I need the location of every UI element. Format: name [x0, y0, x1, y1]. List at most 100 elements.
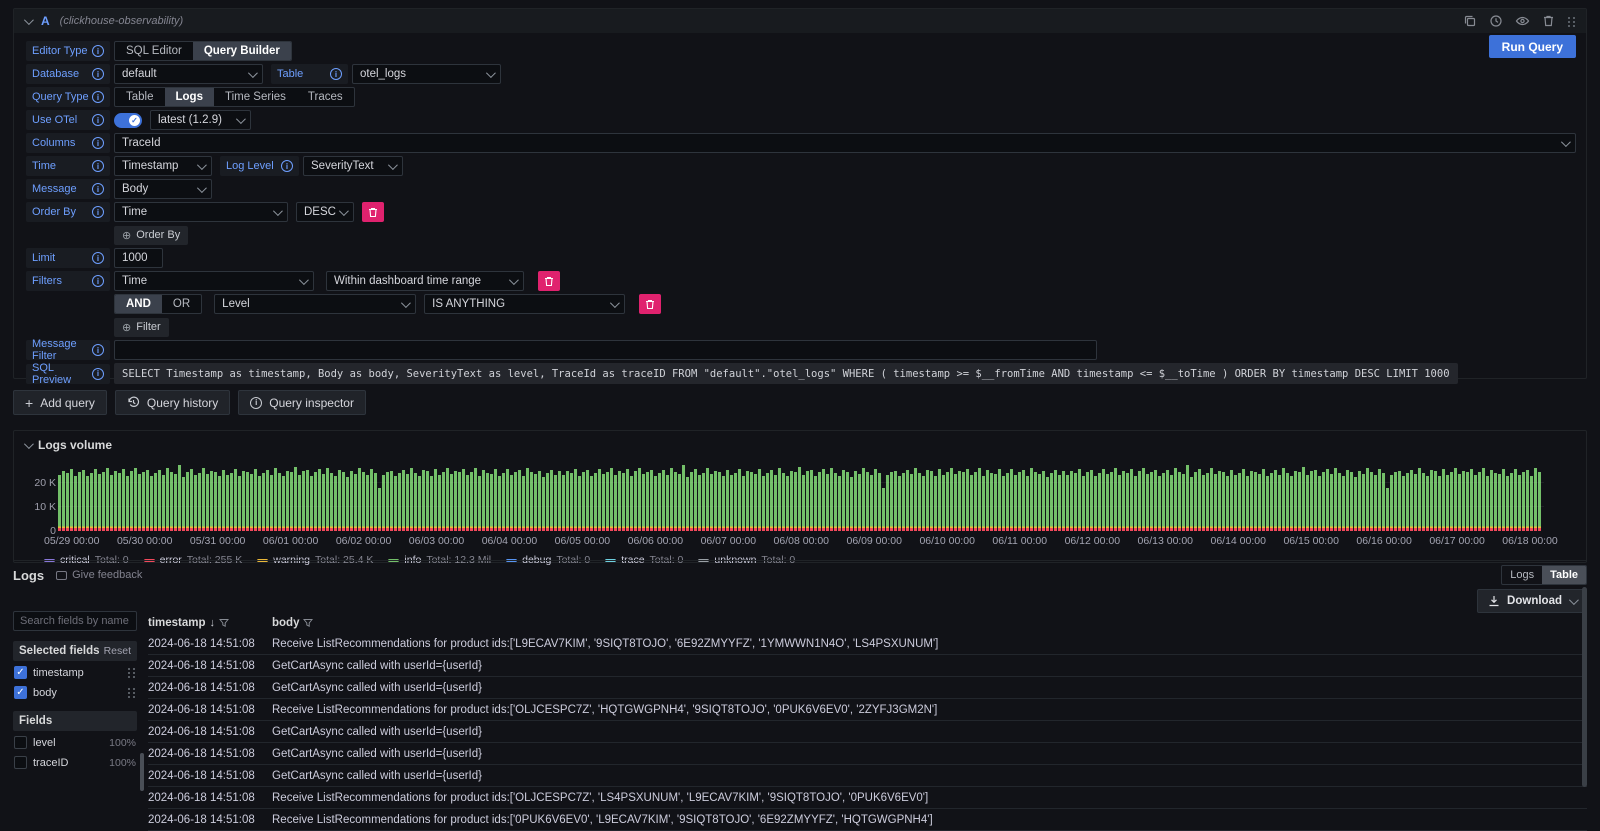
selected-field-timestamp[interactable]: ✓timestamp — [13, 664, 137, 681]
query-inspector-button[interactable]: iQuery inspector — [238, 390, 366, 415]
logs-volume-header[interactable]: Logs volume — [14, 437, 1586, 453]
log-table-row[interactable]: 2024-06-18 14:51:08Receive ListRecommend… — [148, 787, 1587, 809]
view-option-table[interactable]: Table — [1542, 566, 1586, 584]
query-ref-letter[interactable]: A — [41, 14, 50, 28]
drag-handle-icon[interactable] — [127, 687, 136, 698]
log-level-select[interactable]: SeverityText — [303, 156, 403, 176]
query-history-button[interactable]: Query history — [115, 390, 230, 415]
filter-operator-select[interactable]: Within dashboard time range — [326, 271, 524, 291]
remove-filter-button[interactable] — [538, 271, 560, 291]
info-icon[interactable]: i — [92, 344, 104, 356]
query-row-header[interactable]: A (clickhouse-observability) — [14, 9, 1586, 33]
available-field-traceID[interactable]: traceID100% — [13, 754, 137, 771]
available-field-level[interactable]: level100% — [13, 734, 137, 751]
duplicate-query-icon[interactable] — [1463, 14, 1477, 28]
log-table-row[interactable]: 2024-06-18 14:51:08GetCartAsync called w… — [148, 677, 1587, 699]
run-query-button[interactable]: Run Query — [1489, 35, 1576, 58]
volume-bar — [1142, 468, 1145, 531]
info-icon[interactable]: i — [92, 45, 104, 57]
time-column-select[interactable]: Timestamp — [114, 156, 212, 176]
info-icon[interactable]: i — [92, 183, 104, 195]
limit-input[interactable] — [114, 248, 163, 268]
sort-desc-icon[interactable]: ↓ — [210, 617, 216, 629]
query-type-option-table[interactable]: Table — [115, 88, 165, 106]
bool-option-or[interactable]: OR — [162, 295, 201, 313]
bool-option-and[interactable]: AND — [115, 295, 162, 313]
columns-multiselect[interactable]: TraceId — [114, 133, 1576, 153]
info-icon[interactable]: i — [92, 275, 104, 287]
editor-type-option-builder[interactable]: Query Builder — [193, 42, 291, 60]
collapse-chevron-icon[interactable] — [24, 439, 34, 449]
view-option-logs[interactable]: Logs — [1502, 566, 1542, 584]
editor-type-option-sql[interactable]: SQL Editor — [115, 42, 193, 60]
add-order-by-button[interactable]: ⊕Order By — [114, 226, 188, 245]
volume-bar — [626, 469, 629, 531]
volume-bar — [1178, 472, 1181, 531]
info-icon[interactable]: i — [281, 160, 293, 172]
message-column-select[interactable]: Body — [114, 179, 212, 199]
log-table-row[interactable]: 2024-06-18 14:51:08GetCartAsync called w… — [148, 765, 1587, 787]
filter-funnel-icon[interactable] — [303, 618, 313, 628]
search-fields-input[interactable] — [13, 611, 137, 631]
drag-handle-icon[interactable] — [1567, 16, 1576, 27]
volume-bar — [62, 471, 65, 532]
volume-bar — [1190, 477, 1193, 532]
log-table-row[interactable]: 2024-06-18 14:51:08GetCartAsync called w… — [148, 743, 1587, 765]
filter-field-select[interactable]: Time — [114, 271, 314, 291]
info-icon[interactable]: i — [92, 114, 104, 126]
limit-label: Limiti — [26, 248, 110, 268]
remove-filter2-button[interactable] — [639, 294, 661, 314]
volume-bar — [750, 472, 753, 531]
otel-toggle[interactable]: ✓ — [114, 113, 142, 128]
log-table-row[interactable]: 2024-06-18 14:51:08GetCartAsync called w… — [148, 721, 1587, 743]
x-axis-tick: 06/05 00:00 — [555, 535, 610, 547]
query-type-option-timeseries[interactable]: Time Series — [214, 88, 297, 106]
log-table-row[interactable]: 2024-06-18 14:51:08Receive ListRecommend… — [148, 699, 1587, 721]
selected-field-body[interactable]: ✓body — [13, 684, 137, 701]
log-table-row[interactable]: 2024-06-18 14:51:08GetCartAsync called w… — [148, 655, 1587, 677]
column-header-body[interactable]: body — [272, 617, 1587, 629]
otel-version-select[interactable]: latest (1.2.9) — [150, 110, 251, 130]
table-scrollbar[interactable] — [1582, 587, 1587, 787]
volume-bar — [590, 476, 593, 531]
info-icon[interactable]: i — [92, 68, 104, 80]
history-icon[interactable] — [1489, 14, 1503, 28]
field-checkbox[interactable]: ✓ — [14, 666, 27, 679]
remove-order-by-button[interactable] — [362, 202, 384, 222]
delete-query-trash-icon[interactable] — [1542, 14, 1555, 28]
order-direction-select[interactable]: DESC — [296, 202, 354, 222]
table-select[interactable]: otel_logs — [352, 64, 501, 84]
drag-handle-icon[interactable] — [127, 667, 136, 678]
order-by-field-select[interactable]: Time — [114, 202, 288, 222]
filter-funnel-icon[interactable] — [219, 618, 229, 628]
filter2-operator-select[interactable]: IS ANYTHING — [424, 294, 625, 314]
info-icon[interactable]: i — [92, 368, 104, 380]
message-filter-input[interactable] — [114, 340, 1097, 360]
volume-bar — [930, 471, 933, 531]
volume-bar — [270, 475, 273, 531]
log-table-row[interactable]: 2024-06-18 14:51:08Receive ListRecommend… — [148, 633, 1587, 655]
info-icon[interactable]: i — [92, 252, 104, 264]
sidebar-scrollbar[interactable] — [140, 753, 144, 791]
field-checkbox[interactable]: ✓ — [14, 686, 27, 699]
field-checkbox[interactable] — [14, 756, 27, 769]
give-feedback-link[interactable]: Give feedback — [56, 569, 142, 581]
collapse-chevron-icon[interactable] — [24, 15, 34, 25]
hide-response-eye-icon[interactable] — [1515, 14, 1530, 28]
log-table-row[interactable]: 2024-06-18 14:51:08Receive ListRecommend… — [148, 809, 1587, 831]
field-checkbox[interactable] — [14, 736, 27, 749]
database-select[interactable]: default — [114, 64, 263, 84]
info-icon[interactable]: i — [92, 160, 104, 172]
info-icon[interactable]: i — [330, 68, 342, 80]
filter2-field-select[interactable]: Level — [214, 294, 416, 314]
info-icon[interactable]: i — [92, 206, 104, 218]
reset-fields-button[interactable]: Reset — [104, 645, 131, 657]
info-icon[interactable]: i — [92, 137, 104, 149]
info-icon[interactable]: i — [92, 91, 104, 103]
add-filter-button[interactable]: ⊕Filter — [114, 318, 169, 337]
add-query-button[interactable]: +Add query — [13, 390, 107, 415]
query-type-option-logs[interactable]: Logs — [165, 88, 214, 106]
download-button[interactable]: Download — [1477, 589, 1587, 613]
column-header-timestamp[interactable]: timestamp ↓ — [148, 617, 272, 629]
query-type-option-traces[interactable]: Traces — [297, 88, 354, 106]
